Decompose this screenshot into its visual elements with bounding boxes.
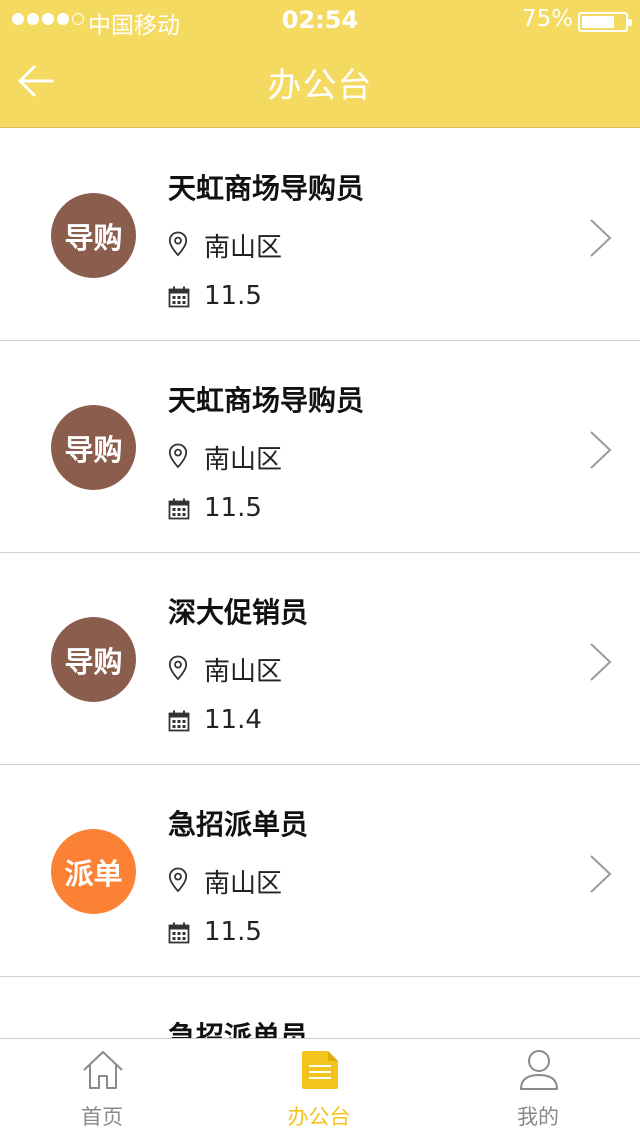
job-title: 天虹商场导购员 xyxy=(168,384,365,417)
tab-profile[interactable]: 我的 xyxy=(478,1039,598,1136)
user-icon xyxy=(520,1050,558,1090)
job-location: 南山区 xyxy=(204,445,283,475)
calendar-icon xyxy=(168,498,190,520)
calendar-icon xyxy=(168,286,190,308)
job-list-item[interactable]: 导购 天虹商场导购员 南山区 11.5 xyxy=(0,341,640,553)
job-title: 急招派单员 xyxy=(168,808,309,841)
job-date: 11.4 xyxy=(204,705,262,735)
status-bar: 中国移动 02:54 75% xyxy=(0,0,640,40)
home-icon xyxy=(83,1051,123,1089)
tab-home[interactable]: 首页 xyxy=(42,1039,162,1136)
location-pin-icon xyxy=(168,867,188,893)
job-category-badge: 派单 xyxy=(51,829,136,914)
location-pin-icon xyxy=(168,231,188,257)
job-date: 11.5 xyxy=(204,917,262,947)
bottom-tab-bar: 首页 办公台 我的 xyxy=(0,1038,640,1136)
header-bar: 中国移动 02:54 75% 办公台 xyxy=(0,0,640,128)
tab-label: 办公台 xyxy=(287,1105,351,1129)
page-title: 办公台 xyxy=(267,66,373,106)
battery-tip xyxy=(628,19,632,26)
location-pin-icon xyxy=(168,443,188,469)
job-category-badge: 导购 xyxy=(51,617,136,702)
job-date: 11.5 xyxy=(204,493,262,523)
job-list-item[interactable]: 导购 天虹商场导购员 南山区 11.5 xyxy=(0,129,640,341)
battery-icon xyxy=(578,12,632,32)
tab-label: 我的 xyxy=(517,1105,559,1129)
job-title: 急招派单员 xyxy=(168,1020,309,1038)
job-list-item[interactable]: 急招派单员 xyxy=(0,977,640,1038)
calendar-icon xyxy=(168,922,190,944)
document-icon xyxy=(302,1051,338,1089)
chevron-right-icon xyxy=(590,643,612,681)
chevron-right-icon xyxy=(590,431,612,469)
job-location: 南山区 xyxy=(204,869,283,899)
location-pin-icon xyxy=(168,655,188,681)
battery-fill xyxy=(582,16,614,28)
job-category-badge: 导购 xyxy=(51,193,136,278)
battery-percentage: 75% xyxy=(522,6,574,32)
chevron-right-icon xyxy=(590,855,612,893)
job-date: 11.5 xyxy=(204,281,262,311)
chevron-right-icon xyxy=(590,219,612,257)
job-location: 南山区 xyxy=(204,233,283,263)
tab-label: 首页 xyxy=(81,1105,123,1129)
job-list-item[interactable]: 导购 深大促销员 南山区 11.4 xyxy=(0,553,640,765)
job-title: 天虹商场导购员 xyxy=(168,172,365,205)
job-list-item[interactable]: 派单 急招派单员 南山区 11.5 xyxy=(0,765,640,977)
calendar-icon xyxy=(168,710,190,732)
tab-office[interactable]: 办公台 xyxy=(259,1039,379,1136)
job-category-badge: 导购 xyxy=(51,405,136,490)
job-title: 深大促销员 xyxy=(168,596,309,629)
job-location: 南山区 xyxy=(204,657,283,687)
job-list: 导购 天虹商场导购员 南山区 11.5 导购 天虹商场导购员 南山区 11.5 … xyxy=(0,129,640,1038)
